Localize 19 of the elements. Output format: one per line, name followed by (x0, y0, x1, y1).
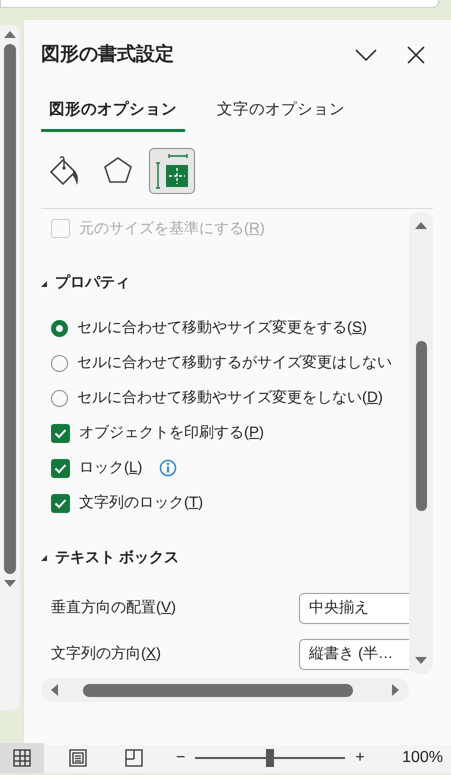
option-label: ロック(L) (79, 458, 142, 478)
dropdown-field[interactable]: 中央揃え (299, 593, 409, 624)
option-label: セルに合わせて移動やサイズ変更をしない(D) (77, 388, 383, 408)
option-label: セルに合わせて移動やサイズ変更をする(S) (77, 318, 368, 338)
tab[interactable]: 文字のオプション (209, 92, 353, 132)
option-label: オブジェクトを印刷する(P) (79, 423, 264, 443)
option-label: セルに合わせて移動するがサイズ変更はしない (77, 353, 392, 373)
zoom-in-button[interactable]: + (355, 746, 365, 770)
option-label: 元のサイズを基準にする(R) (79, 218, 265, 238)
section-title[interactable]: テキスト ボックス (55, 546, 180, 570)
field-label: 文字列の方向(X) (51, 644, 162, 664)
pane-title: 図形の書式設定 (41, 44, 174, 66)
option-label: 文字列のロック(T) (79, 493, 204, 513)
dropdown-field[interactable]: 縦書き (半… (299, 639, 409, 670)
tab[interactable]: 図形のオプション (41, 92, 185, 132)
section-title[interactable]: プロパティ (55, 272, 130, 295)
field-label: 垂直方向の配置(V) (51, 598, 176, 618)
zoom-out-button[interactable]: − (176, 746, 186, 770)
zoom-level[interactable]: 100% (402, 746, 443, 770)
